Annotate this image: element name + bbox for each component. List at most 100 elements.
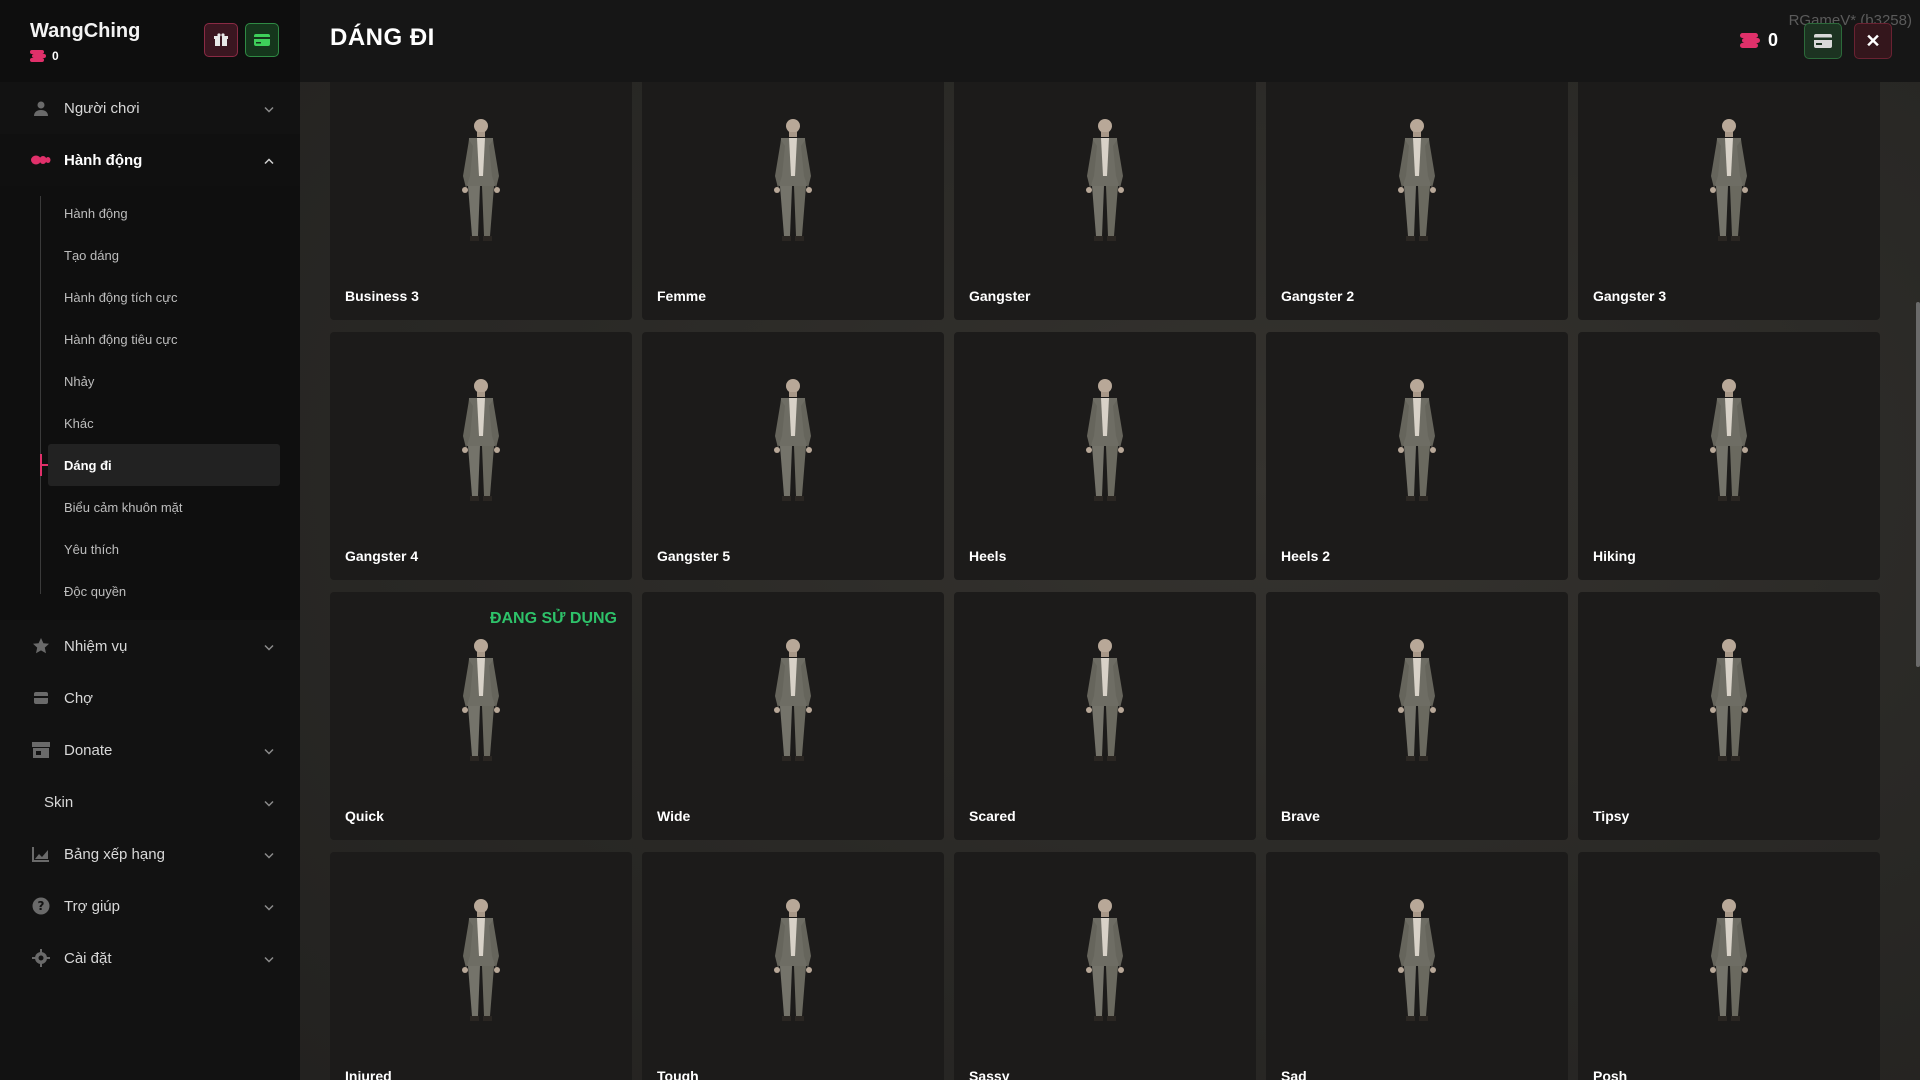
- walk-style-card[interactable]: Femme: [642, 82, 944, 320]
- submenu-item[interactable]: Hành động tiêu cực: [0, 318, 300, 360]
- character-preview-icon: [774, 899, 812, 1021]
- walk-style-label: Gangster 5: [657, 548, 731, 564]
- chevron-up-icon: [264, 152, 274, 169]
- walk-style-card[interactable]: Wide: [642, 592, 944, 840]
- nav-label: Người chơi: [64, 99, 140, 117]
- submenu-item[interactable]: Nhảy: [0, 360, 300, 402]
- coins-icon: [30, 50, 46, 62]
- walk-style-card[interactable]: Heels: [954, 332, 1256, 580]
- walk-style-card[interactable]: Tipsy: [1578, 592, 1880, 840]
- gift-button[interactable]: [204, 23, 238, 57]
- pills-icon: [30, 149, 52, 171]
- walk-style-card[interactable]: Brave: [1266, 592, 1568, 840]
- submenu-item[interactable]: Khác: [0, 402, 300, 444]
- user-panel: WangChing 0: [0, 0, 300, 82]
- walk-style-card[interactable]: Sassy: [954, 852, 1256, 1080]
- walk-style-card[interactable]: Injured: [330, 852, 632, 1080]
- walk-style-label: Posh: [1593, 1068, 1628, 1080]
- nav-nhiem-vu[interactable]: Nhiệm vụ: [0, 620, 300, 672]
- nav-tro-giup[interactable]: ? Trợ giúp: [0, 880, 300, 932]
- chevron-down-icon: [264, 950, 274, 967]
- walk-style-card[interactable]: Gangster 2: [1266, 82, 1568, 320]
- nav-nguoi-choi[interactable]: Người chơi: [0, 82, 300, 134]
- character-preview-icon: [1086, 899, 1124, 1021]
- coins-icon: [1740, 32, 1760, 49]
- walk-style-label: Femme: [657, 288, 707, 304]
- help-icon: ?: [30, 895, 52, 917]
- close-icon: ✕: [1865, 30, 1881, 51]
- submenu-item[interactable]: Độc quyền: [0, 570, 300, 612]
- walk-style-label: Heels: [969, 548, 1007, 564]
- submenu-item[interactable]: Biểu cảm khuôn mặt: [0, 486, 300, 528]
- chevron-down-icon: [264, 100, 274, 117]
- character-preview-icon: [1086, 379, 1124, 501]
- character-preview-icon: [1398, 119, 1436, 241]
- nav-skin[interactable]: Skin: [0, 776, 300, 828]
- character-preview-icon: [1710, 899, 1748, 1021]
- character-preview-icon: [1710, 639, 1748, 761]
- wallet-button[interactable]: [245, 23, 279, 57]
- nav-bang-xep-hang[interactable]: Bảng xếp hạng: [0, 828, 300, 880]
- in-use-badge: ĐANG SỬ DỤNG: [489, 610, 617, 627]
- wallet-icon: [254, 34, 270, 46]
- character-preview-icon: [1710, 119, 1748, 241]
- nav-label: Bảng xếp hạng: [64, 845, 165, 863]
- gift-icon: [214, 33, 228, 46]
- nav-label: Skin: [44, 793, 74, 811]
- walk-style-card[interactable]: Gangster 3: [1578, 82, 1880, 320]
- walk-style-label: Gangster 3: [1593, 288, 1667, 304]
- close-button[interactable]: ✕: [1854, 23, 1892, 59]
- walk-style-label: Quick: [345, 808, 384, 824]
- walk-style-label: Hiking: [1593, 548, 1636, 564]
- character-preview-icon: [462, 639, 500, 761]
- walk-style-card[interactable]: Heels 2: [1266, 332, 1568, 580]
- chevron-down-icon: [264, 846, 274, 863]
- walk-style-card[interactable]: Sad: [1266, 852, 1568, 1080]
- submenu-item[interactable]: Hành động tích cực: [0, 276, 300, 318]
- nav-cho[interactable]: Chợ: [0, 672, 300, 724]
- scrollbar-thumb[interactable]: [1916, 302, 1920, 667]
- character-preview-icon: [462, 379, 500, 501]
- nav-label: Trợ giúp: [64, 897, 120, 915]
- walk-style-card[interactable]: Tough: [642, 852, 944, 1080]
- walk-style-label: Gangster 2: [1281, 288, 1355, 304]
- character-preview-icon: [1086, 639, 1124, 761]
- character-preview-icon: [1398, 379, 1436, 501]
- chevron-down-icon: [264, 898, 274, 915]
- wallet-button[interactable]: [1804, 23, 1842, 59]
- walk-style-label: Heels 2: [1281, 548, 1331, 564]
- submenu-hanh-dong: Hành động Tạo dáng Hành động tích cực Hà…: [0, 186, 300, 620]
- walk-style-card[interactable]: Gangster 4: [330, 332, 632, 580]
- walk-style-card[interactable]: Hiking: [1578, 332, 1880, 580]
- walk-style-label: Business 3: [345, 288, 419, 304]
- nav-label: Hành động: [64, 151, 143, 169]
- nav-cai-dat[interactable]: Cài đặt: [0, 932, 300, 984]
- walk-style-card[interactable]: Business 3: [330, 82, 632, 320]
- character-preview-icon: [774, 379, 812, 501]
- character-preview-icon: [774, 639, 812, 761]
- walk-style-card[interactable]: ĐANG SỬ DỤNG Quick: [330, 592, 632, 840]
- nav-label: Donate: [64, 741, 113, 759]
- svg-text:?: ?: [38, 899, 45, 913]
- walk-style-card[interactable]: Posh: [1578, 852, 1880, 1080]
- character-preview-icon: [1398, 899, 1436, 1021]
- submenu-item[interactable]: Yêu thích: [0, 528, 300, 570]
- submenu-item-active[interactable]: Dáng đi: [40, 444, 280, 486]
- user-coin-count: 0: [52, 49, 59, 63]
- chevron-down-icon: [264, 638, 274, 655]
- nav-donate[interactable]: Donate: [0, 724, 300, 776]
- submenu-item[interactable]: Hành động: [0, 192, 300, 234]
- walk-style-card[interactable]: Gangster 5: [642, 332, 944, 580]
- nav-hanh-dong[interactable]: Hành động: [0, 134, 300, 186]
- nav-label: Chợ: [64, 689, 94, 707]
- nav-label: Cài đặt: [64, 949, 112, 967]
- walk-style-card[interactable]: Gangster: [954, 82, 1256, 320]
- submenu-item[interactable]: Tạo dáng: [0, 234, 300, 276]
- page-title: DÁNG ĐI: [330, 24, 435, 51]
- walk-style-card[interactable]: Scared: [954, 592, 1256, 840]
- walk-style-label: Gangster: [969, 288, 1031, 304]
- character-preview-icon: [774, 119, 812, 241]
- chevron-down-icon: [264, 794, 274, 811]
- top-coins: 0: [1740, 30, 1778, 51]
- character-preview-icon: [462, 119, 500, 241]
